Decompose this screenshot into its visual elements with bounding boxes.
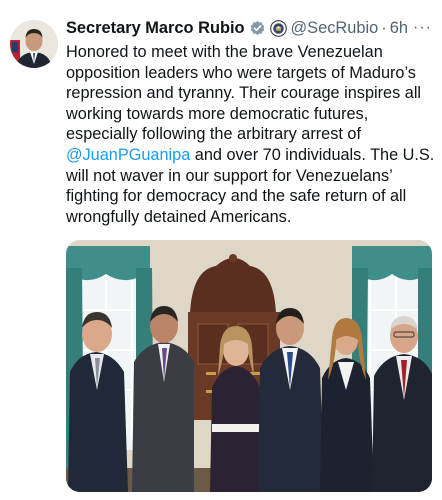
tweet-timestamp[interactable]: 6h (390, 19, 408, 38)
tweet-text: Honored to meet with the brave Venezuela… (66, 42, 438, 227)
tweet-text-part1: Honored to meet with the brave Venezuela… (66, 43, 422, 144)
avatar[interactable] (10, 20, 58, 68)
avatar-image (10, 20, 58, 68)
government-seal-icon (269, 19, 287, 37)
photo-scene (66, 240, 432, 492)
author-name[interactable]: Secretary Marco Rubio (66, 19, 245, 38)
separator-dot: · (381, 18, 387, 37)
mention-link[interactable]: @JuanPGuanipa (66, 146, 190, 164)
tweet-header: Secretary Marco Rubio @SecRubio · 6h ··· (66, 16, 434, 40)
tweet-photo[interactable] (66, 240, 432, 492)
more-options-icon[interactable]: ··· (411, 19, 434, 37)
verified-badge-icon (249, 20, 266, 37)
author-handle[interactable]: @SecRubio (291, 19, 379, 38)
